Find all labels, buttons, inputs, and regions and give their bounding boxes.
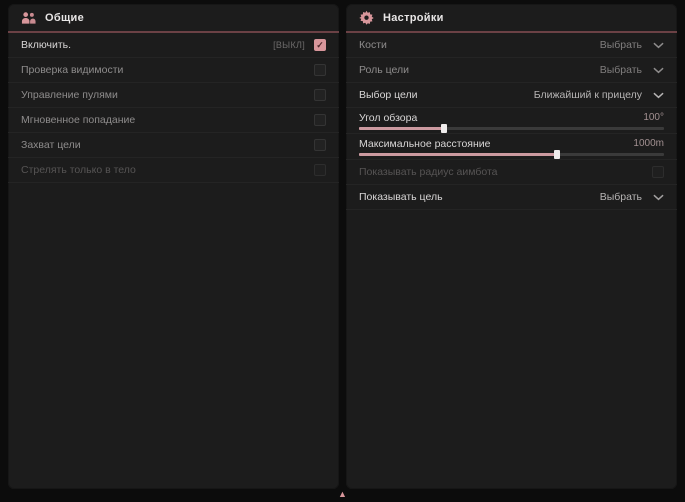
instant-hit-checkbox[interactable] (314, 114, 326, 126)
fov-value: 100° (643, 112, 664, 123)
enable-checkbox[interactable]: ✓ (314, 39, 326, 51)
scroll-up-icon[interactable]: ▲ (338, 490, 347, 499)
panel-general-header: Общие (8, 4, 339, 33)
target-role-dropdown[interactable]: Выбрать (600, 64, 664, 76)
bones-dropdown-value: Выбрать (600, 39, 642, 51)
row-target-role-label: Роль цели (359, 64, 409, 76)
row-fov-label: Угол обзора (359, 112, 417, 124)
row-max-distance: Максимальное расстояние 1000m (346, 134, 677, 160)
chevron-down-icon (653, 194, 664, 201)
max-distance-slider[interactable] (359, 153, 664, 156)
panel-settings-title: Настройки (383, 12, 444, 24)
chevron-down-icon (653, 67, 664, 74)
row-visibility-check-label: Проверка видимости (21, 64, 123, 76)
panel-settings-empty-area (346, 210, 677, 489)
show-target-dropdown[interactable]: Выбрать (600, 191, 664, 203)
target-select-dropdown-value: Ближайший к прицелу (534, 89, 642, 101)
row-max-distance-label: Максимальное расстояние (359, 138, 490, 150)
panel-general: Общие Включить. [ВЫКЛ] ✓ Проверка видимо… (8, 4, 339, 489)
row-bones-label: Кости (359, 39, 387, 51)
row-show-radius[interactable]: Показывать радиус аимбота (346, 160, 677, 185)
show-radius-checkbox[interactable] (652, 166, 664, 178)
row-visibility-check[interactable]: Проверка видимости (8, 58, 339, 83)
max-distance-slider-fill (359, 153, 557, 156)
panel-general-empty-area (8, 183, 339, 489)
fov-slider-thumb[interactable] (441, 124, 447, 133)
max-distance-slider-thumb[interactable] (554, 150, 560, 159)
row-body-only[interactable]: Стрелять только в тело (8, 158, 339, 183)
chevron-down-icon (653, 92, 664, 99)
row-target-role: Роль цели Выбрать (346, 58, 677, 83)
fov-slider[interactable] (359, 127, 664, 130)
gear-icon (359, 10, 374, 25)
chevron-down-icon (653, 42, 664, 49)
panel-settings: Настройки Кости Выбрать Роль цели Выбрат… (346, 4, 677, 489)
body-only-checkbox[interactable] (314, 164, 326, 176)
bones-dropdown[interactable]: Выбрать (600, 39, 664, 51)
row-body-only-label: Стрелять только в тело (21, 164, 136, 176)
bullet-control-checkbox[interactable] (314, 89, 326, 101)
row-target-select-label: Выбор цели (359, 89, 418, 101)
panel-general-title: Общие (45, 12, 84, 24)
row-fov: Угол обзора 100° (346, 108, 677, 134)
row-target-select: Выбор цели Ближайший к прицелу (346, 83, 677, 108)
show-target-dropdown-value: Выбрать (600, 191, 642, 203)
row-bones: Кости Выбрать (346, 33, 677, 58)
target-select-dropdown[interactable]: Ближайший к прицелу (534, 89, 664, 101)
row-enable[interactable]: Включить. [ВЫКЛ] ✓ (8, 33, 339, 58)
mod-menu: Общие Включить. [ВЫКЛ] ✓ Проверка видимо… (0, 0, 685, 502)
status-badge: [ВЫКЛ] (273, 40, 305, 50)
row-target-lock-label: Захват цели (21, 139, 81, 151)
row-show-radius-label: Показывать радиус аимбота (359, 166, 498, 178)
row-instant-hit[interactable]: Мгновенное попадание (8, 108, 339, 133)
row-show-target: Показывать цель Выбрать (346, 185, 677, 210)
visibility-check-checkbox[interactable] (314, 64, 326, 76)
people-icon (21, 11, 36, 25)
row-bullet-control[interactable]: Управление пулями (8, 83, 339, 108)
target-role-dropdown-value: Выбрать (600, 64, 642, 76)
row-bullet-control-label: Управление пулями (21, 89, 118, 101)
fov-slider-fill (359, 127, 444, 130)
target-lock-checkbox[interactable] (314, 139, 326, 151)
row-target-lock[interactable]: Захват цели (8, 133, 339, 158)
row-instant-hit-label: Мгновенное попадание (21, 114, 135, 126)
row-show-target-label: Показывать цель (359, 191, 443, 203)
panel-settings-header: Настройки (346, 4, 677, 33)
row-enable-label: Включить. (21, 39, 71, 51)
max-distance-value: 1000m (633, 138, 664, 149)
